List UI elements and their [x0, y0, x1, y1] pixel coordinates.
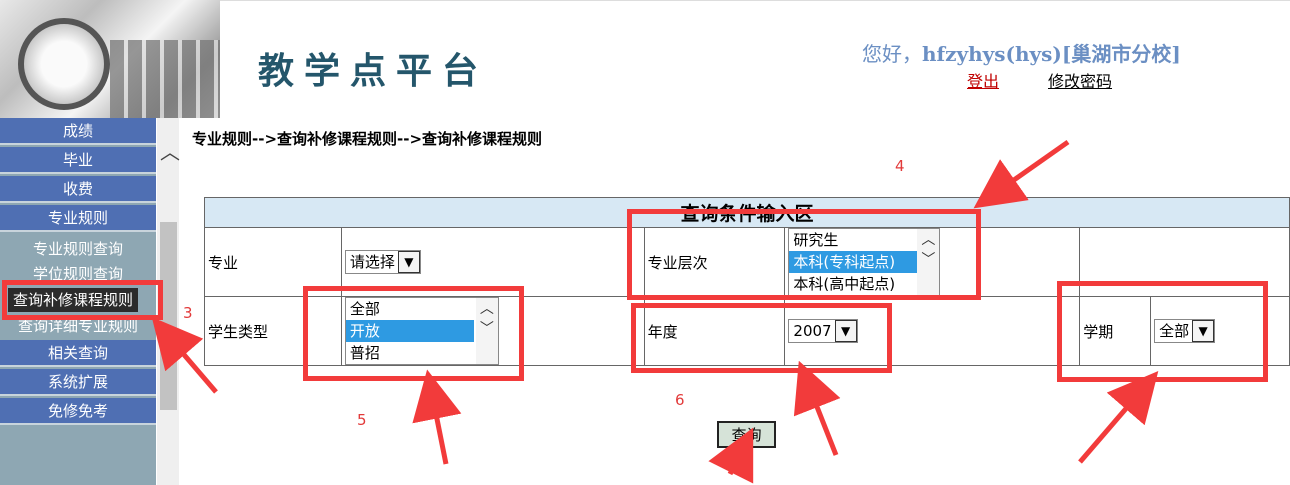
annotation-arrow	[973, 139, 1070, 209]
annotation-arrow	[708, 427, 754, 484]
annotation-arrow	[1078, 371, 1159, 464]
annotation-arrow	[793, 360, 841, 456]
annotation-arrow	[151, 317, 218, 394]
annotation-arrows	[151, 139, 1159, 484]
annotation-arrow	[412, 369, 462, 465]
